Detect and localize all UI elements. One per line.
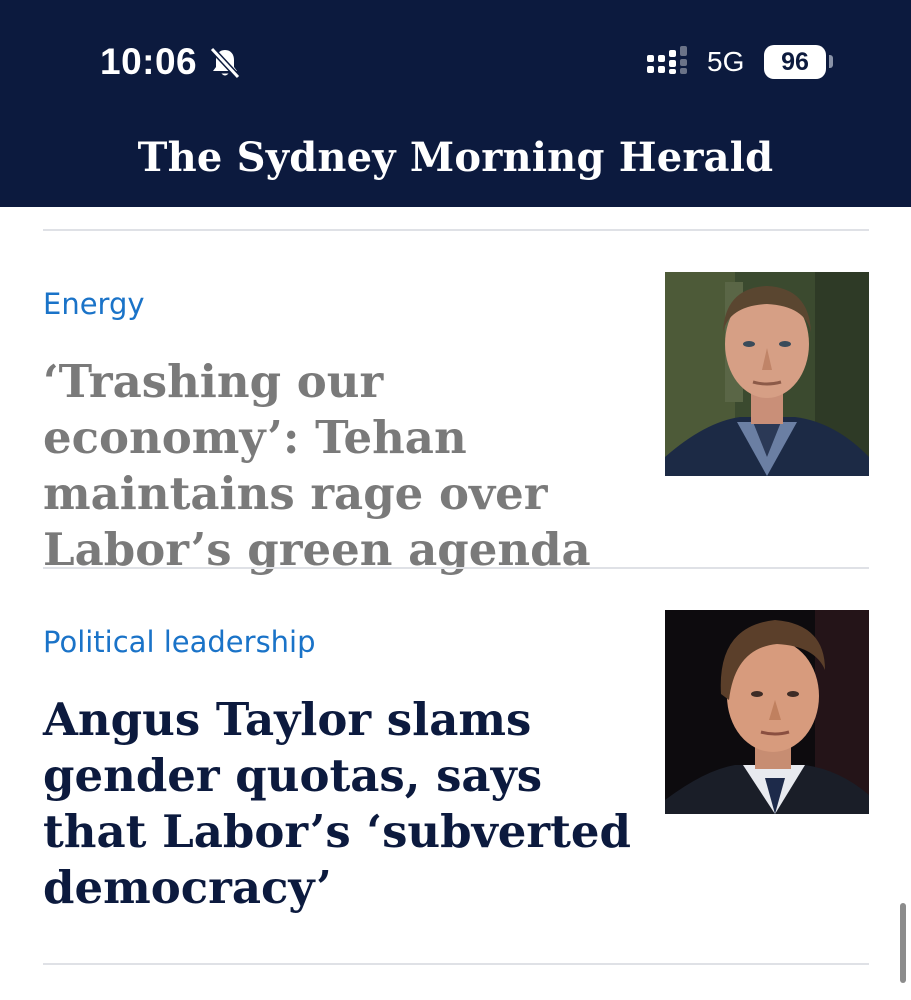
bell-slash-icon [209,46,241,80]
article-headline[interactable]: Angus Taylor slams gender quotas, says t… [43,692,643,916]
app-header: 10:06 5G 96 The Sydney Morning Herald [0,0,911,207]
masthead-logo[interactable]: The Sydney Morning Herald [0,128,911,188]
portrait-photo-icon[interactable] [665,272,869,476]
battery-level: 96 [764,45,826,79]
section-tag[interactable]: Energy [43,286,145,322]
divider [43,963,869,965]
status-time: 10:06 [100,41,198,82]
divider [43,229,869,231]
article-headline[interactable]: ‘Trashing our economy’: Tehan maintains … [43,354,643,578]
divider [43,567,869,569]
section-tag[interactable]: Political leadership [43,624,316,660]
signal-icon [647,46,687,74]
scrollbar[interactable] [900,903,906,983]
battery-tip [829,55,833,68]
portrait-photo-icon[interactable] [665,610,869,814]
network-type: 5G [707,46,745,77]
